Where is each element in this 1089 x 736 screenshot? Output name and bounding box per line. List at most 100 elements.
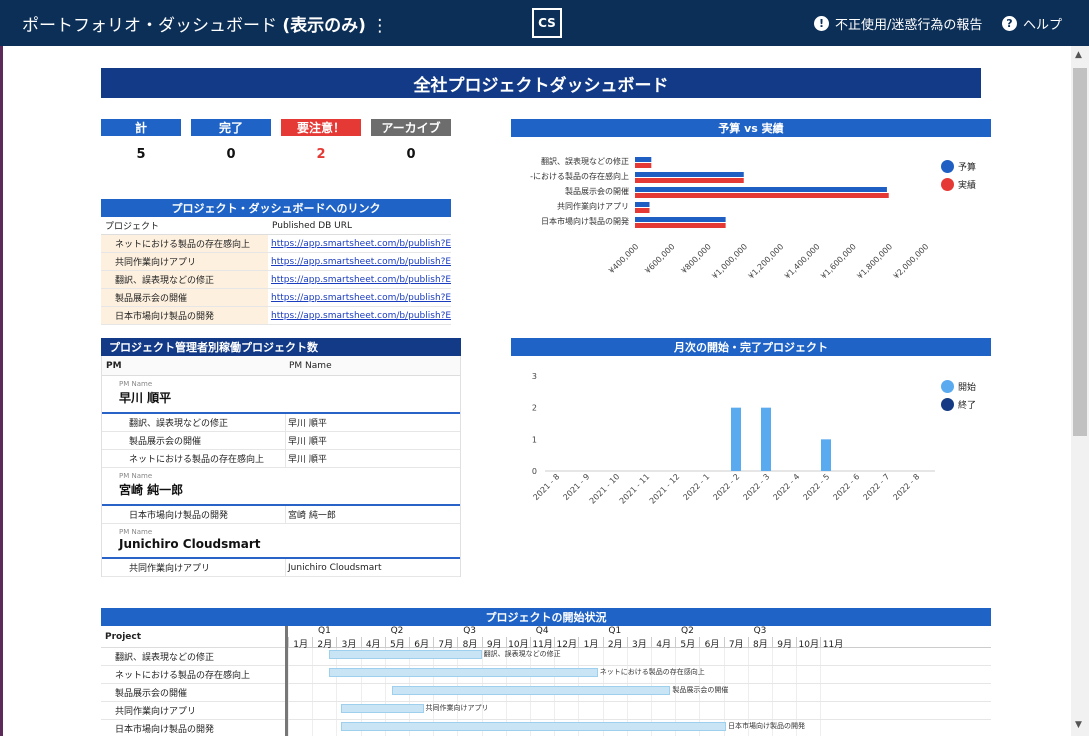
pm-name-cell: Junichiro Cloudsmart — [285, 559, 382, 576]
pm-table-header: PM PM Name — [102, 356, 460, 376]
gantt-month-label: 5月 — [384, 637, 409, 650]
pm-name-cell: 早川 順平 — [285, 432, 327, 449]
gantt-col-project: Project — [101, 626, 285, 648]
gantt-row-line — [288, 719, 991, 720]
monthly-xtick-label: 2022 - 4 — [771, 472, 801, 502]
gantt-month-label: 1月 — [288, 637, 312, 650]
dashboard-url-link[interactable]: https://app.smartsheet.com/b/publish?EQB… — [271, 257, 451, 267]
budget-xtick-label: ¥600,000 — [643, 242, 676, 275]
counter-attention: 要注意！ 2 — [281, 119, 361, 162]
counter-label: 計 — [101, 119, 181, 136]
monthly-xtick-label: 2022 - 5 — [801, 472, 831, 502]
gantt-task-bar[interactable] — [341, 704, 424, 713]
legend-swatch — [941, 398, 954, 411]
gantt-month-label: 11月 — [530, 637, 554, 650]
scroll-up-icon[interactable]: ▲ — [1075, 50, 1082, 60]
report-abuse-link[interactable]: ! 不正使用/迷惑行為の報告 — [814, 14, 982, 33]
gantt-gridline — [820, 648, 822, 736]
report-abuse-label: 不正使用/迷惑行為の報告 — [835, 18, 983, 33]
gantt-task-bar[interactable] — [392, 686, 671, 695]
counter-value: 0 — [226, 147, 236, 162]
pm-group-header: PM Name Junichiro Cloudsmart — [102, 524, 460, 559]
counter-total: 計 5 — [101, 119, 181, 162]
links-row: 製品展示会の開催 https://app.smartsheet.com/b/pub… — [101, 289, 451, 307]
monthly-ytick-label: 0 — [532, 467, 537, 476]
dashboard-url-link[interactable]: https://app.smartsheet.com/b/publish?EQB… — [271, 275, 451, 285]
gantt-quarter-label: Q1 — [608, 626, 622, 636]
pm-row: 共同作業向けアプリ Junichiro Cloudsmart — [102, 559, 460, 577]
links-url-cell: https://app.smartsheet.com/b/publish?EQB… — [268, 275, 451, 285]
pm-group-caption: PM Name — [119, 528, 153, 536]
help-link[interactable]: ? ヘルプ — [1002, 14, 1062, 33]
gantt-quarter-label: Q2 — [681, 626, 694, 636]
pm-group-header: PM Name 早川 順平 — [102, 376, 460, 414]
question-icon: ? — [1002, 16, 1017, 31]
pm-col-pm: PM — [106, 360, 122, 371]
pm-group-caption: PM Name — [119, 472, 153, 480]
monthly-xtick-label: 2021 - 10 — [588, 472, 622, 506]
gantt-task-bar[interactable] — [329, 668, 598, 677]
links-url-cell: https://app.smartsheet.com/b/publish?EQB… — [268, 311, 451, 321]
budget-category-label: 製品展示会の開催 — [565, 186, 629, 196]
monthly-chart: 01232021 - 8 2021 - 92021 - 102021 - 1120… — [531, 372, 935, 506]
dashboard-url-link[interactable]: https://app.smartsheet.com/b/publish?EQB… — [271, 239, 451, 249]
scroll-down-icon[interactable]: ▼ — [1075, 720, 1082, 730]
budget-bar — [635, 172, 744, 177]
monthly-xtick-label: 2022 - 2 — [711, 472, 741, 502]
gantt-month-label: 7月 — [433, 637, 457, 650]
gantt-quarter-label: Q3 — [463, 626, 476, 636]
gantt-month-label: 3月 — [626, 637, 651, 650]
monthly-xtick-label: 2022 - 8 — [891, 472, 921, 502]
gantt-task-bar[interactable] — [341, 722, 726, 731]
links-project-cell: 共同作業向けアプリ — [101, 253, 268, 270]
links-table: プロジェクト Published DB URL ネットにおける製品の存在感向上 h… — [101, 217, 451, 325]
links-row: 共同作業向けアプリ https://app.smartsheet.com/b/pu… — [101, 253, 451, 271]
gantt-bar-label: ネットにおける製品の存在感向上 — [599, 668, 705, 676]
budget-category-label: 共同作業向けアプリ — [557, 201, 629, 211]
monthly-xtick-label: 2022 - 3 — [741, 472, 771, 502]
gantt-timeline: Q1 Q2 Q3 Q4 Q1 Q2 Q3 1月 2月 3月 4月 5月 6月 7月 8月 9月 10月 11月 1… — [288, 626, 991, 736]
links-table-header: プロジェクト Published DB URL — [101, 217, 451, 235]
links-project-cell: 翻訳、誤表現などの修正 — [101, 271, 268, 288]
brand-logo: CS — [532, 8, 562, 38]
monthly-xtick-label: 2021 - 9 — [561, 472, 591, 502]
scrollbar-thumb[interactable] — [1073, 68, 1087, 436]
budget-category-label: -における製品の存在感向上 — [530, 171, 629, 181]
gantt-project-row: 翻訳、誤表現などの修正 — [101, 648, 285, 666]
legend-swatch — [941, 160, 954, 173]
counter-completed: 完了 0 — [191, 119, 271, 162]
budget-xtick-label: ¥800,000 — [680, 242, 713, 275]
gantt-quarter-label: Q3 — [753, 626, 767, 636]
legend-item-budget: 予算 — [941, 160, 976, 173]
budget-xtick-label: ¥400,000 — [607, 242, 640, 275]
gantt-month-label: 2月 — [312, 637, 336, 650]
gantt-month-label: 2月 — [602, 637, 627, 650]
monthly-bar — [821, 439, 831, 471]
legend-item-start: 開始 — [941, 380, 976, 393]
monthly-bar — [761, 407, 771, 471]
links-url-cell: https://app.smartsheet.com/b/publish?EQB… — [268, 293, 451, 303]
pm-name-cell: 宮崎 純一郎 — [285, 506, 336, 523]
gantt-project-row: ネットにおける製品の存在感向上 — [101, 666, 285, 684]
counter-value: 5 — [136, 147, 146, 162]
links-row: 日本市場向け製品の開発 https://app.smartsheet.com/b/… — [101, 307, 451, 325]
legend-label: 予算 — [958, 163, 977, 173]
pm-col-pm-name: PM Name — [289, 360, 332, 371]
dashboard-url-link[interactable]: https://app.smartsheet.com/b/publish?EQB… — [271, 311, 451, 321]
counter-value: 0 — [406, 147, 416, 162]
title-suffix: (表示のみ) — [282, 16, 366, 36]
more-menu-icon[interactable]: ⋮ — [371, 16, 388, 36]
vertical-scrollbar[interactable]: ▲ ▼ — [1071, 46, 1089, 736]
monthly-xtick-label: 2022 - 7 — [861, 472, 891, 502]
counter-value: 2 — [316, 147, 326, 162]
pm-group-header: PM Name 宮崎 純一郎 — [102, 468, 460, 506]
monthly-xtick-label: 2021 - 11 — [618, 472, 652, 506]
gantt-month-label: 12月 — [554, 637, 578, 650]
gantt-month-label: 1月 — [578, 637, 602, 650]
pm-group-name: 早川 順平 — [119, 391, 172, 405]
links-row: 翻訳、誤表現などの修正 https://app.smartsheet.com/b/… — [101, 271, 451, 289]
gantt-task-bar[interactable] — [329, 650, 482, 659]
budget-xtick-label: ¥1,600,000 — [819, 242, 858, 281]
dashboard-url-link[interactable]: https://app.smartsheet.com/b/publish?EQB… — [271, 293, 451, 303]
budget-legend: 予算 実績 — [941, 160, 976, 196]
